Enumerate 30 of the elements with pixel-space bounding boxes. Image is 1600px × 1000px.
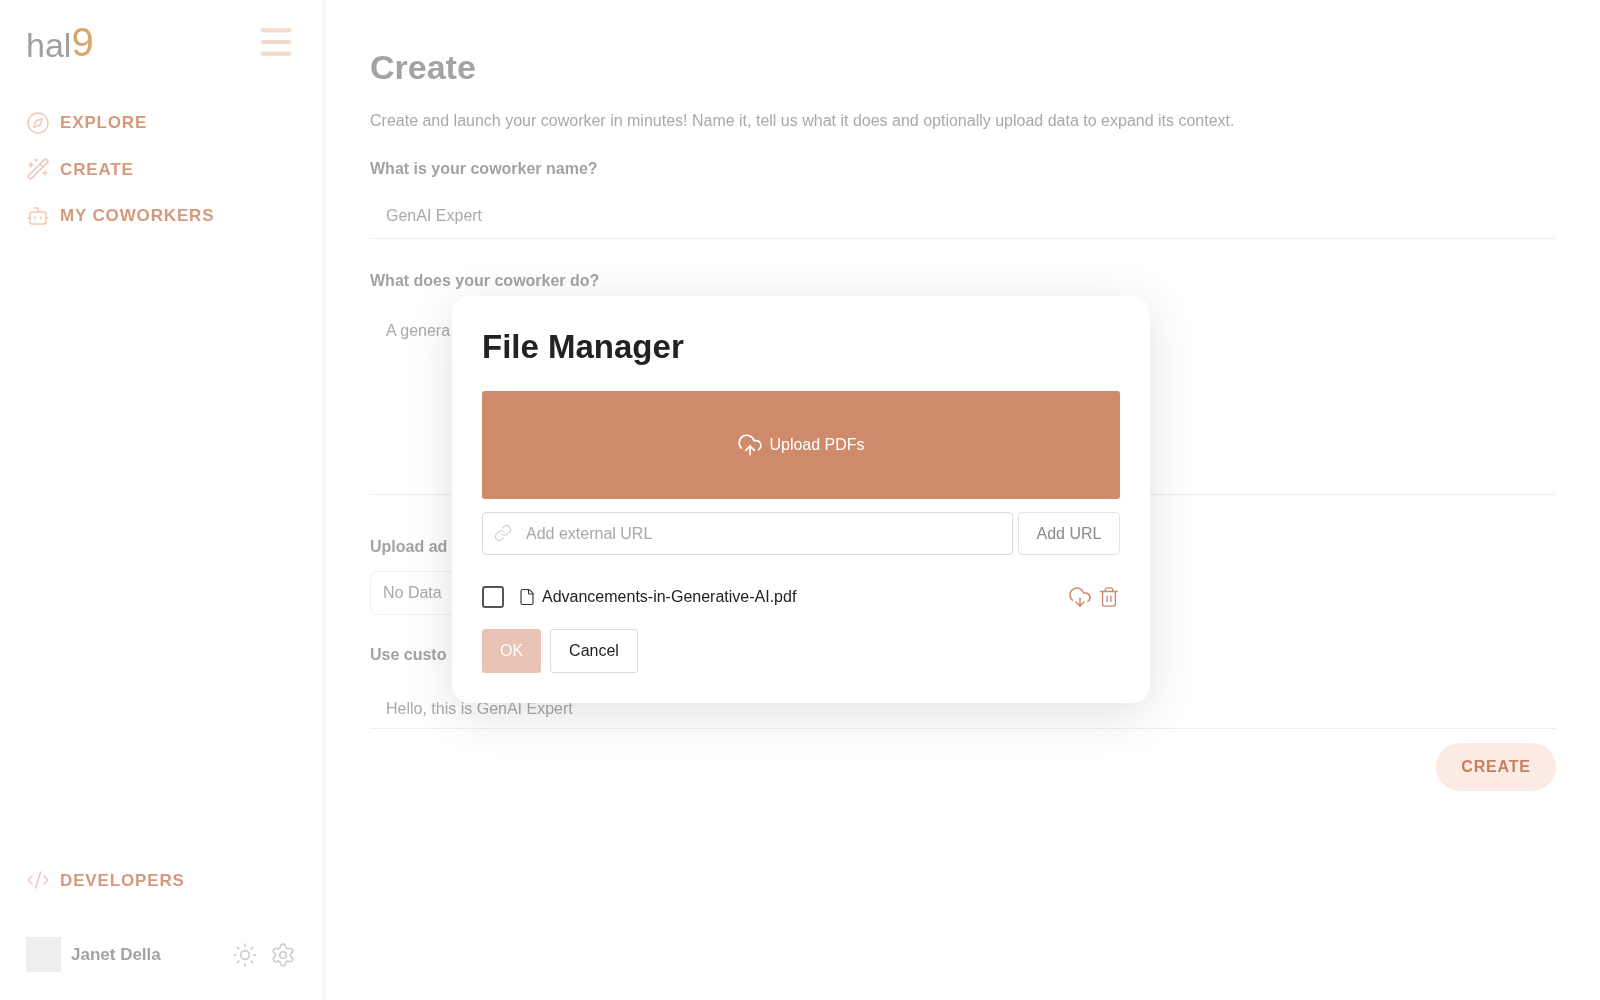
file-checkbox[interactable]	[482, 586, 504, 609]
url-field[interactable]: Add external URL	[482, 512, 1013, 556]
field-label: Use custo	[370, 645, 447, 665]
logo-text: hal	[26, 28, 72, 62]
developers-link[interactable]: DEVELOPERS	[60, 867, 185, 893]
trash-icon[interactable]	[1098, 585, 1120, 610]
settings-icon[interactable]	[270, 941, 296, 968]
name-field[interactable]: GenAI Expert	[370, 193, 1556, 239]
logo-mark: 9	[71, 22, 94, 62]
page-title: Create	[370, 47, 476, 88]
file-icon	[518, 588, 536, 607]
field-label: Upload ad	[370, 537, 448, 557]
field-label: What does your coworker do?	[370, 271, 600, 291]
nav-item[interactable]: EXPLORE	[26, 110, 148, 136]
sun-icon[interactable]	[232, 941, 258, 968]
create-button[interactable]: CREATE	[1436, 743, 1556, 791]
upload-button[interactable]: Upload PDFs	[482, 391, 1120, 500]
dialog-title: File Manager	[482, 327, 685, 367]
user-name: Janet Della	[71, 943, 161, 966]
nav-item[interactable]: MY COWORKERS	[26, 203, 215, 229]
cloud-download-icon[interactable]	[1066, 585, 1094, 610]
compass-icon	[26, 110, 50, 135]
nav-item[interactable]: CREATE	[26, 156, 134, 182]
file-name: Advancements-in-Generative-AI.pdf	[542, 587, 797, 608]
cancel-button[interactable]: Cancel	[550, 629, 638, 674]
field-label: What is your coworker name?	[370, 159, 598, 179]
add-url-button[interactable]: Add URL	[1018, 512, 1120, 556]
link-icon	[494, 524, 512, 543]
page-description: Create and launch your coworker in minutes! Name it, tell us what it does and optionally upload data to expand its context.	[370, 111, 1235, 131]
wand-icon	[26, 157, 50, 182]
